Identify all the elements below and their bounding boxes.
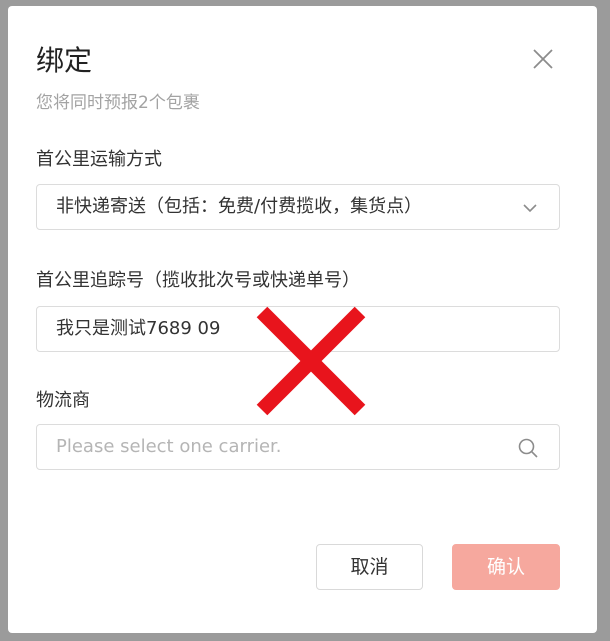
confirm-button[interactable]: 确认 <box>452 544 560 590</box>
tracking-number-label: 首公里追踪号（揽收批次号或快递单号） <box>36 270 360 291</box>
chevron-down-icon <box>523 204 537 213</box>
dialog-title: 绑定 <box>36 44 93 77</box>
tracking-number-value: 我只是测试7689 09 <box>56 318 221 339</box>
carrier-label: 物流商 <box>36 390 90 411</box>
search-icon <box>518 438 538 458</box>
carrier-search-input[interactable]: Please select one carrier. <box>36 424 560 470</box>
red-x-mark <box>256 306 366 416</box>
transport-method-select[interactable]: 非快递寄送（包括：免费/付费揽收，集货点） <box>36 184 560 230</box>
transport-method-value: 非快递寄送（包括：免费/付费揽收，集货点） <box>56 196 423 217</box>
transport-method-label: 首公里运输方式 <box>36 149 162 170</box>
dialog-subtitle: 您将同时预报2个包裹 <box>36 93 200 113</box>
close-icon <box>533 49 553 69</box>
carrier-placeholder: Please select one carrier. <box>56 436 282 457</box>
bind-dialog: 绑定 您将同时预报2个包裹 首公里运输方式 非快递寄送（包括：免费/付费揽收，集… <box>8 6 597 633</box>
close-button[interactable] <box>530 46 556 72</box>
cancel-button[interactable]: 取消 <box>316 544 423 590</box>
